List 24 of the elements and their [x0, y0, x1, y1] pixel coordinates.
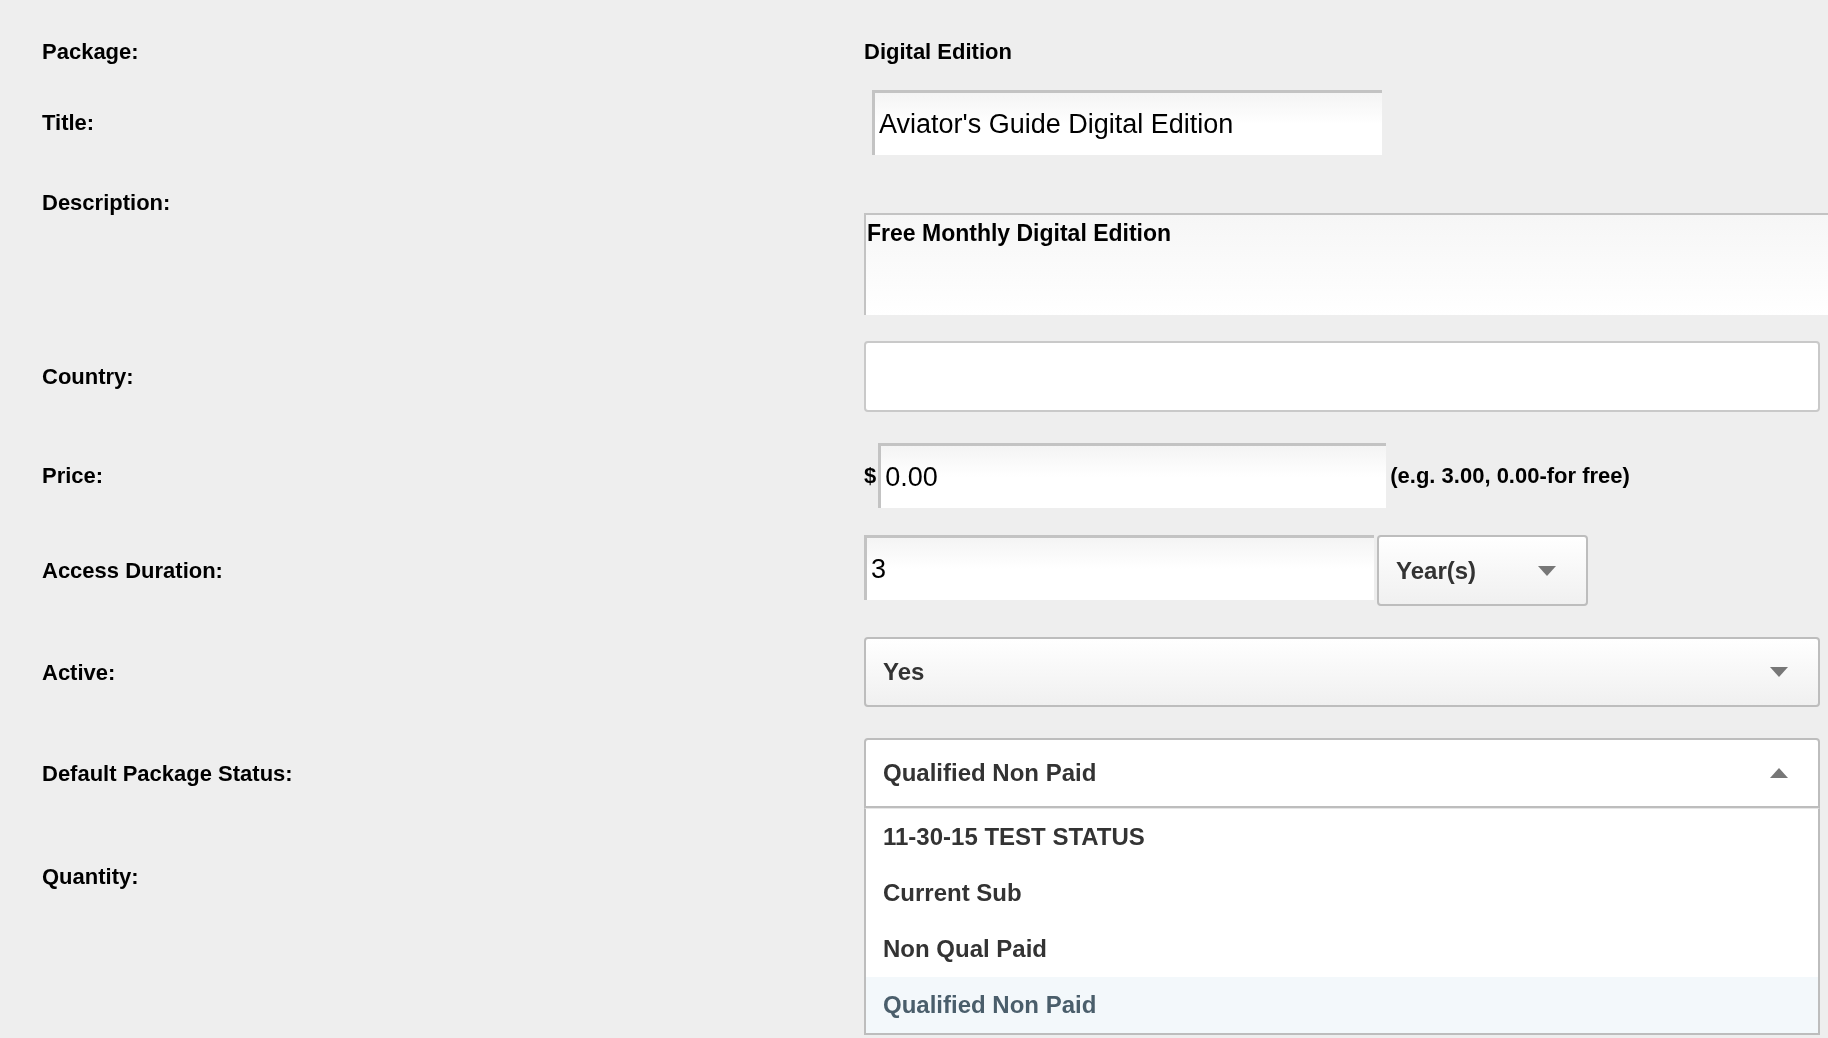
input-field[interactable]: Aviator's Guide Digital Edition — [872, 90, 1382, 155]
input-field[interactable] — [864, 341, 1820, 412]
field-label: Country: — [42, 364, 134, 389]
field-value: Digital Edition — [864, 37, 1012, 66]
price-input[interactable]: 0.00 — [878, 443, 1387, 508]
dropdown-option[interactable]: Qualified Non Paid — [866, 977, 1818, 1033]
hint-text: (e.g. 3.00, 0.00-for free) — [1390, 462, 1630, 490]
field-label: Price: — [42, 463, 104, 488]
field-label: Quantity: — [42, 863, 139, 889]
textarea-field[interactable]: Free Monthly Digital Edition — [864, 213, 1828, 315]
select-dropdown[interactable]: Year(s) — [1377, 535, 1588, 606]
field-label: Title: — [42, 110, 95, 135]
select-dropdown[interactable]: Qualified Non Paid — [864, 738, 1820, 808]
dropdown-option[interactable]: 11-30-15 TEST STATUS — [866, 809, 1818, 865]
field-label: Access Duration: — [42, 558, 223, 583]
select-dropdown[interactable]: Yes — [864, 637, 1820, 707]
dropdown-option[interactable]: Current Sub — [866, 865, 1818, 921]
dropdown-option[interactable]: Non Qual Paid — [866, 921, 1818, 977]
currency-symbol: $ — [864, 462, 878, 490]
input-field[interactable]: 3 — [864, 535, 1374, 600]
field-label: Description: — [42, 190, 171, 215]
field-label: Default Package Status: — [42, 760, 293, 786]
field-label: Package: — [42, 38, 139, 64]
field-label: Active: — [42, 659, 116, 685]
